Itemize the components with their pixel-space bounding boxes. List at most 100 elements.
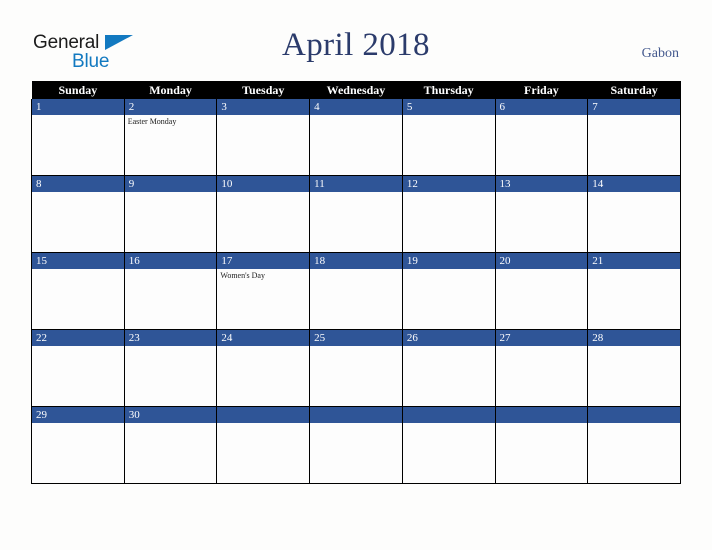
day-events [403,423,495,483]
calendar-day-cell[interactable]: 29 [31,406,125,484]
day-events: Easter Monday [125,115,217,175]
weekday-header-friday: Friday [495,81,588,99]
calendar-day-cell[interactable]: 17 Women's Day [216,252,311,330]
day-number: 16 [124,253,217,269]
day-events [217,115,309,175]
calendar-week-row: 29 30 [31,406,681,484]
calendar-day-cell[interactable]: 2 Easter Monday [123,99,218,176]
day-number: 22 [32,330,124,346]
day-number: 6 [495,99,588,115]
day-number [588,407,680,423]
day-number: 15 [32,253,124,269]
calendar-day-cell[interactable]: 6 [494,99,589,176]
calendar-day-cell[interactable]: 27 [494,329,589,407]
calendar-day-cell[interactable]: 4 [309,99,403,176]
day-number [402,407,495,423]
calendar-week-row: 8 9 10 11 12 13 14 [31,175,681,253]
day-events [125,423,217,483]
day-events [310,269,402,329]
day-events [403,115,495,175]
day-number: 27 [495,330,588,346]
calendar-day-cell[interactable] [309,406,403,484]
calendar-day-cell[interactable]: 5 [401,99,496,176]
calendar-day-cell[interactable]: 23 [123,329,218,407]
weekday-header-monday: Monday [124,81,217,99]
weekday-header-row: Sunday Monday Tuesday Wednesday Thursday… [31,81,681,99]
day-events [125,269,217,329]
calendar-day-cell[interactable]: 20 [494,252,589,330]
day-number [217,407,310,423]
calendar-day-cell[interactable]: 28 [587,329,681,407]
month-calendar: Sunday Monday Tuesday Wednesday Thursday… [31,81,681,484]
day-number: 18 [310,253,402,269]
country-label: Gabon [641,46,679,61]
calendar-day-cell[interactable] [494,406,589,484]
page-title: April 2018 [282,27,430,63]
calendar-day-cell[interactable]: 11 [309,175,403,253]
day-events [217,346,309,406]
calendar-week-row: 1 2 Easter Monday 3 4 5 6 7 [31,99,681,176]
calendar-day-cell[interactable]: 3 [216,99,311,176]
day-number: 11 [310,176,402,192]
calendar-day-cell[interactable]: 9 [123,175,218,253]
calendar-day-cell[interactable] [587,406,681,484]
weekday-header-saturday: Saturday [587,81,681,99]
calendar-day-cell[interactable]: 21 [587,252,681,330]
calendar-day-cell[interactable]: 10 [216,175,311,253]
day-number: 19 [402,253,495,269]
calendar-day-cell[interactable]: 26 [401,329,496,407]
day-number: 13 [495,176,588,192]
day-events [32,192,124,252]
day-number: 2 [124,99,217,115]
day-number: 17 [217,253,310,269]
day-events [496,192,588,252]
day-number [495,407,588,423]
page-header: General Blue April 2018 Gabon [0,0,712,78]
day-number: 14 [588,176,680,192]
calendar-day-cell[interactable]: 8 [31,175,125,253]
calendar-day-cell[interactable]: 22 [31,329,125,407]
day-events [32,269,124,329]
day-events [310,115,402,175]
calendar-day-cell[interactable]: 13 [494,175,589,253]
day-events [217,192,309,252]
day-number: 4 [310,99,402,115]
calendar-day-cell[interactable]: 16 [123,252,218,330]
day-number: 26 [402,330,495,346]
day-number: 20 [495,253,588,269]
calendar-day-cell[interactable]: 19 [401,252,496,330]
day-number: 7 [588,99,680,115]
day-events [403,346,495,406]
calendar-week-row: 22 23 24 25 26 27 28 [31,329,681,407]
event-label: Women's Day [220,271,265,280]
weekday-header-wednesday: Wednesday [309,81,403,99]
day-events [32,423,124,483]
calendar-day-cell[interactable]: 30 [123,406,218,484]
day-events [496,346,588,406]
calendar-day-cell[interactable]: 18 [309,252,403,330]
day-number: 28 [588,330,680,346]
day-events [496,423,588,483]
day-number: 10 [217,176,310,192]
calendar-day-cell[interactable] [216,406,311,484]
day-events [310,192,402,252]
day-events [588,346,680,406]
day-events [32,115,124,175]
calendar-day-cell[interactable]: 24 [216,329,311,407]
day-events [310,346,402,406]
calendar-day-cell[interactable]: 14 [587,175,681,253]
calendar-day-cell[interactable]: 12 [401,175,496,253]
day-events [403,269,495,329]
day-events [588,269,680,329]
calendar-week-row: 15 16 17 Women's Day 18 19 20 21 [31,252,681,330]
calendar-day-cell[interactable]: 25 [309,329,403,407]
calendar-day-cell[interactable]: 1 [31,99,125,176]
calendar-day-cell[interactable]: 7 [587,99,681,176]
day-number: 8 [32,176,124,192]
day-number: 29 [32,407,124,423]
day-events [125,346,217,406]
day-number: 23 [124,330,217,346]
day-events [217,423,309,483]
calendar-day-cell[interactable]: 15 [31,252,125,330]
calendar-day-cell[interactable] [401,406,496,484]
